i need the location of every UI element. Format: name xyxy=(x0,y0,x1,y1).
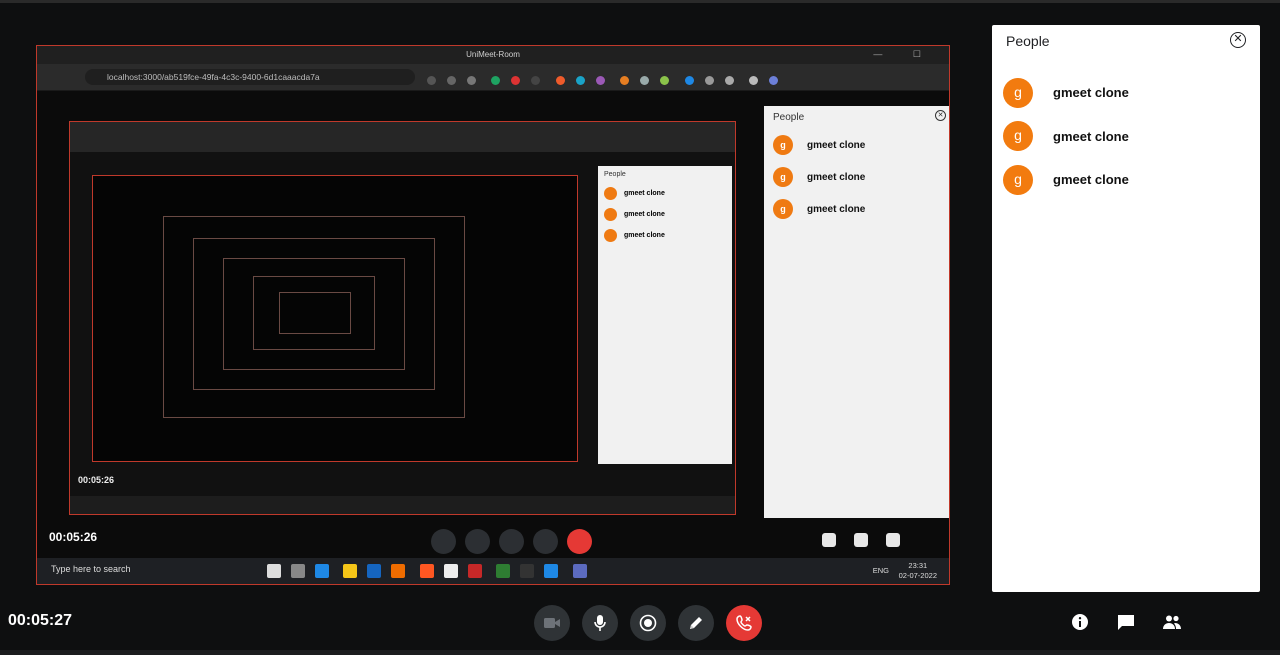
camera-toggle-button[interactable] xyxy=(534,605,570,641)
people-icon xyxy=(1163,615,1181,629)
nested-timer: 00:05:26 xyxy=(78,475,115,485)
shared-lang: ENG xyxy=(872,566,889,575)
nested-participant: gmeet clone xyxy=(598,204,732,225)
top-edge xyxy=(0,0,1280,3)
shared-address-bar: localhost:3000/ab519fce-49fa-4c3c-9400-6… xyxy=(37,64,949,91)
browser-extension-icons xyxy=(427,72,789,90)
nested-participant: gmeet clone xyxy=(598,183,732,204)
participant-name: gmeet clone xyxy=(1053,85,1129,101)
avatar: g xyxy=(1003,121,1033,152)
chat-button[interactable] xyxy=(1116,611,1136,633)
participant-row: g gmeet clone xyxy=(992,115,1260,159)
nested-avatar xyxy=(604,187,617,200)
shared-participant-name: gmeet clone xyxy=(807,203,866,215)
shared-people-icon xyxy=(886,533,900,547)
nested-avatar xyxy=(604,229,617,242)
meeting-timer: 00:05:27 xyxy=(8,612,73,629)
people-panel: People ✕ g gmeet clone g gmeet clone g g… xyxy=(992,25,1260,592)
nested-participant: gmeet clone xyxy=(598,225,732,246)
nested-participant-name: gmeet clone xyxy=(624,211,665,218)
close-icon: ✕ xyxy=(1233,33,1243,45)
nested-video-stage xyxy=(92,175,578,462)
bottom-edge xyxy=(0,650,1280,655)
shared-participant: g gmeet clone xyxy=(764,129,949,161)
shared-camera-icon xyxy=(431,529,456,554)
shared-info-icon xyxy=(822,533,836,547)
shared-controls xyxy=(431,529,592,554)
shared-chat-icon xyxy=(854,533,868,547)
nested-participant-name: gmeet clone xyxy=(624,190,665,197)
taskbar-app-icons xyxy=(267,564,597,583)
shared-mic-icon xyxy=(465,529,490,554)
people-panel-title: People xyxy=(1006,33,1050,49)
participant-name: gmeet clone xyxy=(1053,172,1129,188)
shared-taskbar: Type here to search ENG 23:31 02-07-2022 xyxy=(37,558,949,584)
end-call-icon xyxy=(736,615,752,631)
shared-avatar: g xyxy=(773,167,793,187)
shared-window-title: UniMeet-Room xyxy=(466,50,520,59)
shared-clock-date: 02-07-2022 xyxy=(898,571,937,580)
nested-participant-name: gmeet clone xyxy=(624,232,665,239)
shared-taskbar-search: Type here to search xyxy=(51,564,131,574)
shared-side-actions xyxy=(822,533,900,547)
people-button[interactable] xyxy=(1162,611,1182,633)
shared-clock: 23:31 02-07-2022 xyxy=(899,561,937,581)
nested-browser-bar xyxy=(70,122,735,152)
shared-pen-icon xyxy=(533,529,558,554)
nested-people-title: People xyxy=(604,171,626,178)
shared-participant-name: gmeet clone xyxy=(807,171,866,183)
shared-people-title: People xyxy=(773,112,805,123)
close-icon: ✕ xyxy=(935,110,946,121)
microphone-button[interactable] xyxy=(582,605,618,641)
shared-present-icon xyxy=(499,529,524,554)
shared-participant: g gmeet clone xyxy=(764,193,949,225)
shared-end-call-icon xyxy=(567,529,592,554)
nested-frame xyxy=(279,292,351,334)
camera-off-icon xyxy=(544,618,560,628)
present-screen-button[interactable] xyxy=(630,605,666,641)
nested-shared-screen: People gmeet clone gmeet clone gmeet clo… xyxy=(69,121,736,515)
record-icon xyxy=(639,614,657,632)
shared-avatar: g xyxy=(773,199,793,219)
shared-screen: UniMeet-Room — ☐ localhost:3000/ab519fce… xyxy=(36,45,950,585)
end-call-button[interactable] xyxy=(726,605,762,641)
side-actions xyxy=(1070,611,1182,633)
avatar: g xyxy=(1003,77,1033,108)
shared-participant-name: gmeet clone xyxy=(807,139,866,151)
chat-icon xyxy=(1118,615,1134,630)
shared-window-titlebar: UniMeet-Room — ☐ xyxy=(37,46,949,64)
close-people-panel-button[interactable]: ✕ xyxy=(1230,32,1246,48)
avatar: g xyxy=(1003,164,1033,195)
call-controls xyxy=(534,605,762,641)
participant-row: g gmeet clone xyxy=(992,158,1260,202)
nested-avatar xyxy=(604,208,617,221)
whiteboard-button[interactable] xyxy=(678,605,714,641)
participant-row: g gmeet clone xyxy=(992,71,1260,115)
shared-url: localhost:3000/ab519fce-49fa-4c3c-9400-6… xyxy=(85,69,415,85)
shared-participant: g gmeet clone xyxy=(764,161,949,193)
shared-timer: 00:05:26 xyxy=(49,530,98,544)
pen-icon xyxy=(690,617,702,629)
nested-taskbar xyxy=(70,496,735,514)
people-panel-header: People ✕ xyxy=(992,25,1260,71)
shared-people-header: People ✕ xyxy=(764,106,949,129)
shared-avatar: g xyxy=(773,135,793,155)
shared-clock-time: 23:31 xyxy=(908,561,928,570)
shared-people-panel: People ✕ g gmeet clone g gmeet clone g gmee… xyxy=(764,106,949,518)
info-button[interactable] xyxy=(1070,611,1090,633)
info-icon xyxy=(1072,614,1088,630)
window-controls: — ☐ xyxy=(873,49,935,59)
microphone-icon xyxy=(594,615,606,631)
nested-people-panel: People gmeet clone gmeet clone gmeet clo… xyxy=(598,166,732,464)
participant-name: gmeet clone xyxy=(1053,128,1129,144)
